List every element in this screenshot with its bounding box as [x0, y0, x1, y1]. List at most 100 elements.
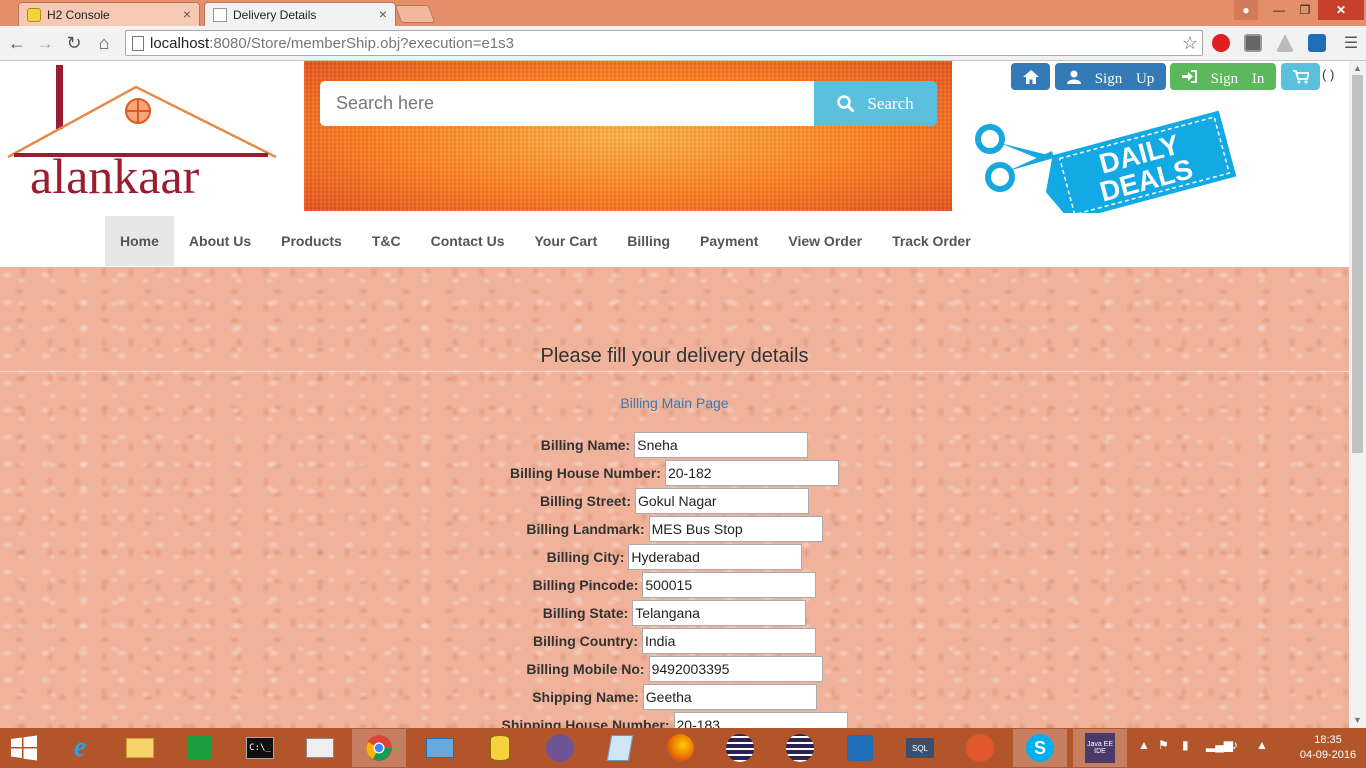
nav-terms[interactable]: T&C	[357, 216, 416, 266]
search-input[interactable]	[320, 81, 815, 126]
ext-s-icon[interactable]	[844, 732, 876, 764]
address-bar[interactable]: localhost:8080/Store/memberShip.obj?exec…	[125, 30, 1203, 56]
nav-payment[interactable]: Payment	[685, 216, 773, 266]
billing-name-field[interactable]	[634, 432, 809, 458]
billing-mobile-field[interactable]	[648, 656, 823, 682]
delivery-form-section: Please fill your delivery details Billin…	[0, 267, 1349, 728]
windows-taskbar: e C:\_ SQL S Java EE IDE ▲ ⚑ ▮ ▂▄▆ ♪ ▲ 1…	[0, 728, 1366, 768]
github-icon[interactable]	[544, 732, 576, 764]
nav-products[interactable]: Products	[266, 216, 357, 266]
alankaar-logo[interactable]: alankaar	[6, 65, 282, 215]
daily-deals-badge[interactable]: DAILY DEALS	[966, 103, 1246, 213]
scroll-up-icon[interactable]: ▲	[1353, 63, 1362, 73]
store-icon[interactable]	[184, 732, 216, 764]
tool-icon[interactable]	[964, 732, 996, 764]
chrome-icon[interactable]	[352, 729, 406, 767]
scroll-thumb[interactable]	[1352, 75, 1363, 453]
remote-desktop-icon[interactable]	[424, 732, 456, 764]
billing-city-field[interactable]	[628, 544, 803, 570]
database-icon[interactable]	[484, 732, 516, 764]
nav-view-order[interactable]: View Order	[773, 216, 877, 266]
notepad-icon[interactable]	[604, 732, 636, 764]
billing-city-label: Billing City:	[546, 549, 625, 565]
billing-country-field[interactable]	[642, 628, 816, 654]
nav-home[interactable]: Home	[105, 216, 174, 266]
nav-about-us[interactable]: About Us	[174, 216, 266, 266]
scroll-down-icon[interactable]: ▼	[1353, 715, 1362, 725]
shield-extension-icon[interactable]	[1244, 34, 1262, 52]
shipping-house-number-field[interactable]	[673, 712, 848, 728]
cart-button[interactable]	[1281, 63, 1320, 90]
billing-link-text[interactable]: Billing Main Page	[620, 395, 728, 411]
eclipse-icon[interactable]	[784, 732, 816, 764]
tray-chevron-icon[interactable]: ▲	[1138, 738, 1150, 752]
file-explorer-icon[interactable]	[124, 732, 156, 764]
user-icon[interactable]: ●	[1234, 0, 1258, 20]
billing-city-row: Billing City:	[0, 544, 1349, 570]
maximize-button[interactable]: ❐	[1292, 0, 1318, 20]
reload-icon[interactable]: ↻	[63, 32, 85, 54]
tab-h2-console[interactable]: H2 Console ×	[18, 2, 200, 26]
logo-text: alankaar	[30, 148, 200, 204]
home-icon	[1022, 69, 1039, 84]
billing-landmark-field[interactable]	[648, 516, 823, 542]
minimize-button[interactable]: —	[1266, 0, 1292, 20]
page-scrollbar[interactable]: ▲ ▼	[1349, 61, 1366, 728]
flag-icon[interactable]: ⚑	[1158, 738, 1169, 752]
scissors-icon	[975, 124, 1054, 192]
billing-street-field[interactable]	[635, 488, 809, 514]
skype-icon[interactable]: S	[1013, 729, 1067, 767]
page-icon	[132, 36, 144, 51]
volume-icon[interactable]: ♪	[1232, 738, 1238, 752]
home-button[interactable]	[1011, 63, 1050, 90]
system-clock[interactable]: 18:35 04-09-2016	[1296, 733, 1360, 763]
url-path: :8080/Store/memberShip.obj?execution=e1s…	[209, 34, 514, 52]
new-tab-button[interactable]	[394, 5, 436, 23]
close-window-button[interactable]: ✕	[1318, 0, 1364, 20]
sign-in-button[interactable]: Sign In	[1170, 63, 1276, 90]
command-prompt-icon[interactable]: C:\_	[244, 732, 276, 764]
network-icon[interactable]: ▂▄▆	[1206, 738, 1233, 752]
billing-state-field[interactable]	[632, 600, 807, 626]
tab-delivery-details[interactable]: Delivery Details ×	[204, 2, 396, 26]
cart-count: ( )	[1322, 67, 1335, 82]
bookmark-star-icon[interactable]: ☆	[1182, 33, 1198, 54]
close-icon[interactable]: ×	[183, 6, 191, 22]
menu-icon[interactable]: ☰	[1340, 32, 1362, 54]
firefox-icon[interactable]	[664, 732, 696, 764]
forward-icon[interactable]: →	[34, 32, 56, 54]
nav-track-order[interactable]: Track Order	[877, 216, 986, 266]
java-ee-ide-icon[interactable]: Java EE IDE	[1073, 729, 1127, 767]
book-reader-icon[interactable]	[304, 732, 336, 764]
opera-extension-icon[interactable]	[1212, 34, 1230, 52]
nav-billing[interactable]: Billing	[612, 216, 685, 266]
home-icon[interactable]: ⌂	[93, 32, 115, 54]
tab-label: H2 Console	[47, 7, 110, 22]
drive-icon[interactable]: ▲	[1256, 738, 1268, 752]
close-icon[interactable]: ×	[379, 6, 387, 22]
battery-icon[interactable]: ▮	[1182, 738, 1189, 752]
search-button[interactable]: Search	[814, 81, 937, 126]
eclipse-icon[interactable]	[724, 732, 756, 764]
billing-pincode-field[interactable]	[642, 572, 817, 598]
windows-start-icon[interactable]	[8, 732, 40, 764]
log-in-icon	[1181, 70, 1197, 83]
billing-house-number-field[interactable]	[664, 460, 839, 486]
drive-extension-icon[interactable]	[1276, 34, 1294, 52]
billing-house-number-row: Billing House Number:	[0, 460, 1349, 486]
billing-mobile-label: Billing Mobile No:	[526, 661, 645, 677]
page-favicon-icon	[213, 7, 227, 22]
billing-mobile-row: Billing Mobile No:	[0, 656, 1349, 682]
sql-tool-icon[interactable]: SQL	[904, 732, 936, 764]
browser-tabstrip: H2 Console × Delivery Details × ● — ❐ ✕	[0, 0, 1366, 26]
search-icon	[837, 94, 855, 113]
internet-explorer-icon[interactable]: e	[64, 732, 96, 764]
sign-up-button[interactable]: Sign Up	[1055, 63, 1166, 90]
billing-main-page-link[interactable]: Billing Main Page	[0, 395, 1349, 411]
back-icon[interactable]: ←	[6, 32, 28, 54]
nav-contact-us[interactable]: Contact Us	[416, 216, 520, 266]
shipping-name-field[interactable]	[642, 684, 817, 710]
ext-s-icon[interactable]	[1308, 34, 1326, 52]
search-banner: Search	[304, 61, 952, 211]
nav-your-cart[interactable]: Your Cart	[520, 216, 613, 266]
